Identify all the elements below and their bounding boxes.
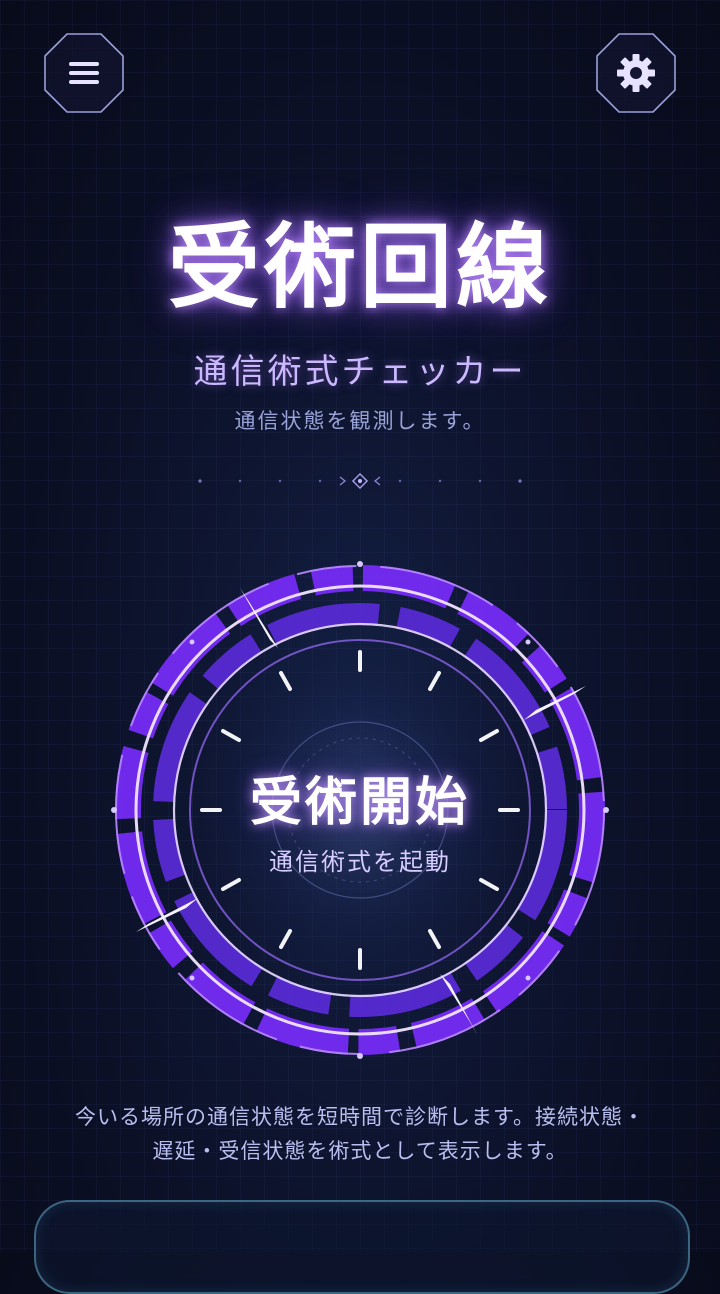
description-line-1: 今いる場所の通信状態を短時間で診断します。接続状態・ <box>75 1105 645 1129</box>
ornament-divider <box>198 472 522 490</box>
app-subtitle: 通信術式チェッカー <box>193 352 527 392</box>
start-reception-button[interactable]: 受術開始 通信術式を起動 <box>100 560 620 1060</box>
start-button-sublabel: 通信術式を起動 <box>269 848 451 876</box>
start-button-label: 受術開始 <box>249 773 470 833</box>
app-caption: 通信状態を観測します。 <box>234 409 486 433</box>
settings-button[interactable] <box>595 32 677 114</box>
gear-icon <box>596 33 676 113</box>
hamburger-menu-icon <box>44 33 124 113</box>
description-text: 今いる場所の通信状態を短時間で診断します。接続状態・ 遅延・受信状態を術式として… <box>50 1100 670 1168</box>
app-title: 受術回線 <box>167 214 552 321</box>
result-panel <box>34 1200 690 1294</box>
menu-button[interactable] <box>43 32 125 114</box>
description-line-2: 遅延・受信状態を術式として表示します。 <box>152 1139 568 1163</box>
